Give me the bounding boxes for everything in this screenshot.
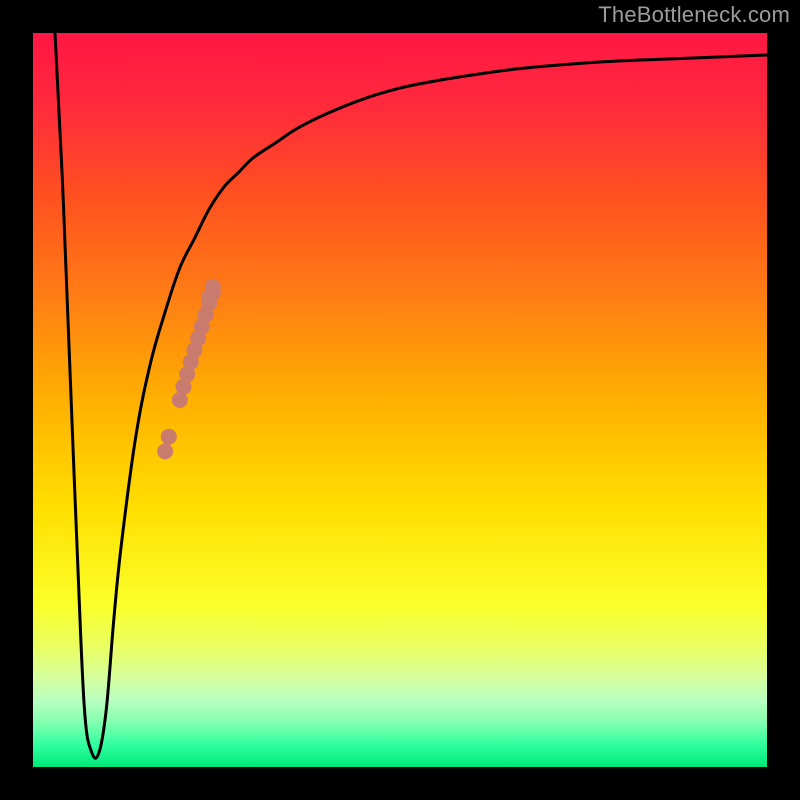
chart-svg [0, 0, 800, 800]
highlight-point [161, 429, 177, 445]
watermark-text: TheBottleneck.com [598, 2, 790, 28]
chart-frame: TheBottleneck.com [0, 0, 800, 800]
highlight-point [157, 443, 173, 459]
highlight-point [205, 279, 221, 295]
